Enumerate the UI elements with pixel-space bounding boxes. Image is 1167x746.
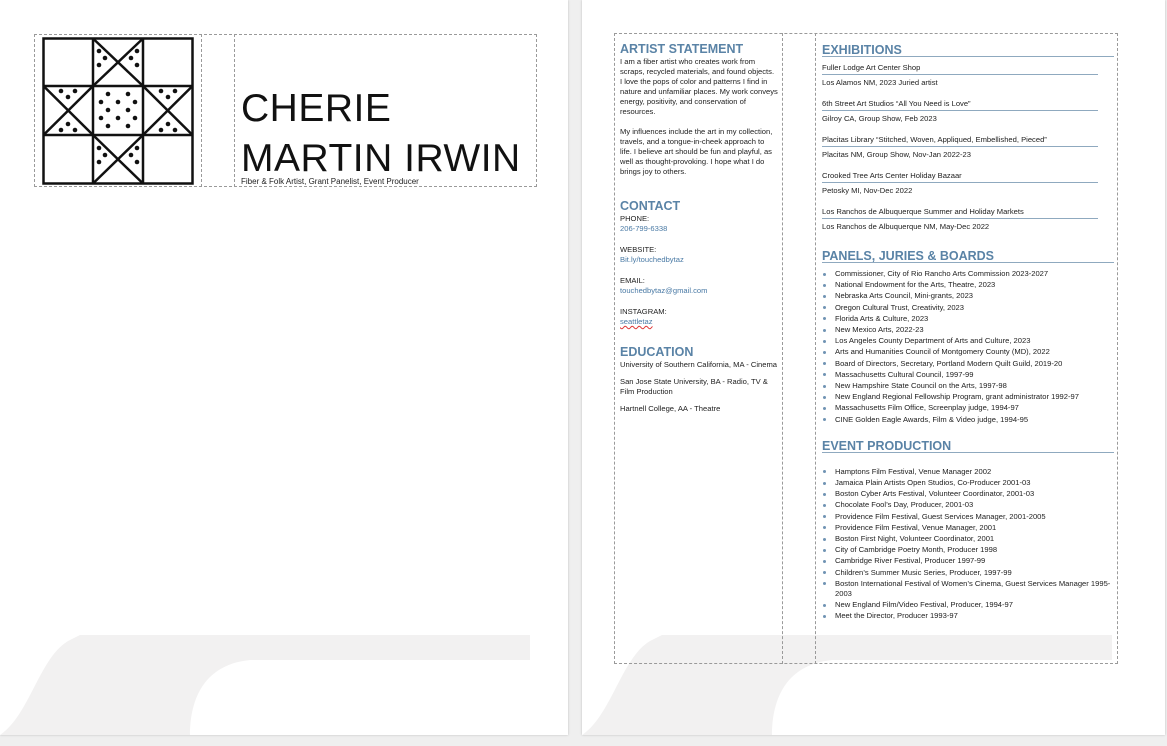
exhibition-item: Crooked Tree Arts Center Holiday Bazaar P… [822,169,1114,201]
exhibition-detail: Placitas NM, Group Show, Nov-Jan 2022-23 [822,150,971,159]
exhibition-item: Placitas Library “Stitched, Woven, Appli… [822,133,1114,165]
exhibition-detail: Los Alamos NM, 2023 Juried artist [822,78,938,87]
panel-item: Oregon Cultural Trust, Creativity, 2023 [822,303,1114,313]
event-item: Boston Cyber Arts Festival, Volunteer Co… [822,489,1114,499]
exhibition-title: 6th Street Art Studios “All You Need is … [822,97,1098,111]
exhibitions-heading: EXHIBITIONS [822,44,1114,57]
events-list: Hamptons Film Festival, Venue Manager 20… [822,467,1114,622]
exhibitions-list: Fuller Lodge Art Center Shop Los Alamos N… [822,61,1114,237]
event-item: Hamptons Film Festival, Venue Manager 20… [822,467,1114,477]
exhibition-title: Placitas Library “Stitched, Woven, Appli… [822,133,1098,147]
panel-item: National Endowment for the Arts, Theatre… [822,280,1114,290]
panel-item: Board of Directors, Secretary, Portland … [822,359,1114,369]
event-item: Boston International Festival of Women’s… [822,579,1114,599]
statement-paragraph: My influences include the art in my coll… [620,127,773,176]
panel-item: Los Angeles County Department of Arts an… [822,336,1114,346]
left-column: ARTIST STATEMENT I am a fiber artist who… [620,42,778,414]
exhibition-item: Los Ranchos de Albuquerque Summer and Ho… [822,205,1114,237]
education-heading: EDUCATION [620,345,694,359]
event-item: City of Cambridge Poetry Month, Producer… [822,545,1114,555]
panel-item: New Hampshire State Council on the Arts,… [822,381,1114,391]
divider [201,34,202,187]
education-item: San Jose State University, BA - Radio, T… [620,377,768,396]
event-item: Cambridge River Festival, Producer 1997-… [822,556,1114,566]
panel-item: Florida Arts & Culture, 2023 [822,314,1114,324]
divider [782,33,783,664]
email-label: EMAIL: [620,276,645,285]
panel-item: Massachusetts Film Office, Screenplay ju… [822,403,1114,413]
events-heading: EVENT PRODUCTION [822,440,1114,453]
contact-heading: CONTACT [620,199,681,213]
education-item: Hartnell College, AA - Theatre [620,404,721,413]
phone-label: PHONE: [620,214,650,223]
background-swoosh [0,635,530,735]
right-column: EXHIBITIONS Fuller Lodge Art Center Shop… [822,44,1114,623]
event-item: Providence Film Festival, Venue Manager,… [822,523,1114,533]
page-2: ARTIST STATEMENT I am a fiber artist who… [582,0,1165,735]
panel-item: Commissioner, City of Rio Rancho Arts Co… [822,269,1114,279]
event-item: Chocolate Fool’s Day, Producer, 2001-03 [822,500,1114,510]
panel-item: Arts and Humanities Council of Montgomer… [822,347,1114,357]
website-label: WEBSITE: [620,245,657,254]
exhibition-item: 6th Street Art Studios “All You Need is … [822,97,1114,129]
panel-item: New Mexico Arts, 2022-23 [822,325,1114,335]
panel-item: CINE Golden Eagle Awards, Film & Video j… [822,415,1114,425]
panel-item: Massachusetts Cultural Council, 1997-99 [822,370,1114,380]
divider [234,34,235,187]
divider [815,33,816,664]
exhibition-detail: Los Ranchos de Albuquerque NM, May-Dec 2… [822,222,990,231]
event-item: Children’s Summer Music Series, Producer… [822,568,1114,578]
instagram-label: INSTAGRAM: [620,307,667,316]
panel-item: Nebraska Arts Council, Mini-grants, 2023 [822,291,1114,301]
artist-statement-heading: ARTIST STATEMENT [620,42,744,56]
instagram-handle[interactable]: seattletaz [620,317,778,327]
panels-list: Commissioner, City of Rio Rancho Arts Co… [822,269,1114,425]
statement-paragraph: I am a fiber artist who creates work fro… [620,57,778,116]
education-item: University of Southern California, MA - … [620,360,777,369]
exhibition-detail: Petosky MI, Nov-Dec 2022 [822,186,913,195]
exhibition-title: Crooked Tree Arts Center Holiday Bazaar [822,169,1098,183]
website-link[interactable]: Bit.ly/touchedbytaz [620,255,778,265]
exhibition-detail: Gilroy CA, Group Show, Feb 2023 [822,114,937,123]
panels-heading: PANELS, JURIES & BOARDS [822,250,1114,263]
name-title: CHERIE MARTIN IRWIN [241,87,521,180]
tagline: Fiber & Folk Artist, Grant Panelist, Eve… [241,177,419,186]
exhibition-title: Los Ranchos de Albuquerque Summer and Ho… [822,205,1098,219]
page-1: CHERIE MARTIN IRWIN Fiber & Folk Artist,… [0,0,568,735]
event-item: Jamaica Plain Artists Open Studios, Co-P… [822,478,1114,488]
exhibition-title: Fuller Lodge Art Center Shop [822,61,1098,75]
event-item: Providence Film Festival, Guest Services… [822,512,1114,522]
phone-value[interactable]: 206-799-6338 [620,224,778,234]
quilt-logo-icon [42,37,194,185]
event-item: Meet the Director, Producer 1993-97 [822,611,1114,621]
event-item: Boston First Night, Volunteer Coordinato… [822,534,1114,544]
exhibition-item: Fuller Lodge Art Center Shop Los Alamos N… [822,61,1114,93]
panel-item: New England Regional Fellowship Program,… [822,392,1114,402]
email-link[interactable]: touchedbytaz@gmail.com [620,286,778,296]
event-item: New England Film/Video Festival, Produce… [822,600,1114,610]
